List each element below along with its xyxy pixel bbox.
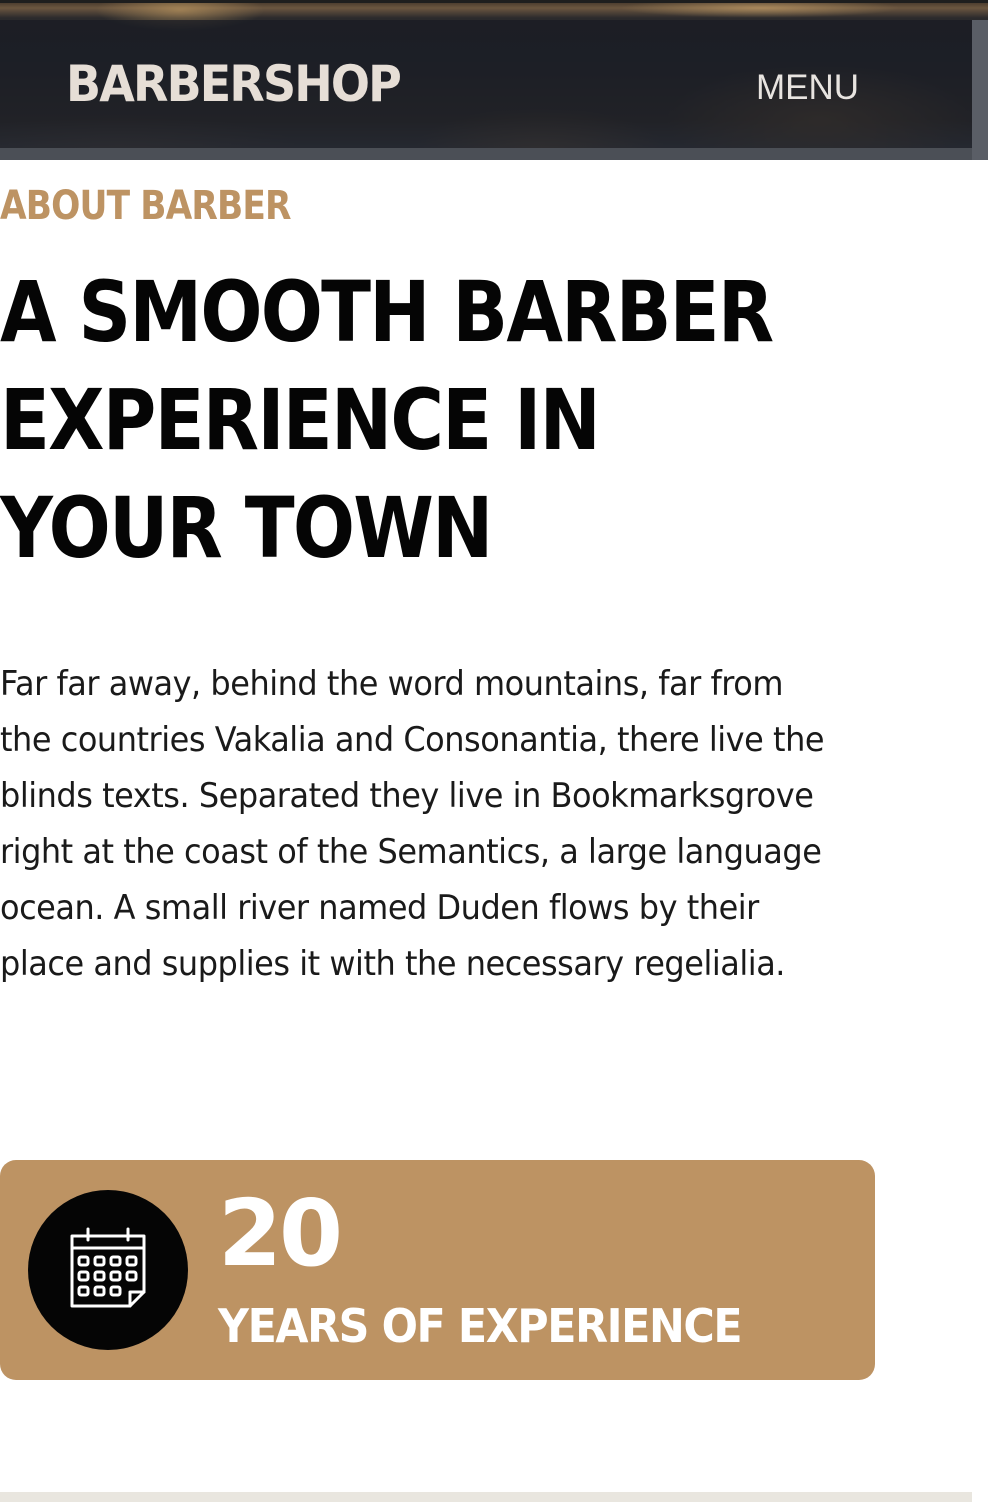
experience-years-number: 20 (218, 1180, 343, 1287)
page: BARBERSHOP MENU ABOUT BARBER A SMOOTH BA… (0, 0, 988, 1502)
section-headline: A SMOOTH BARBER EXPERIENCE IN YOUR TOWN (0, 263, 774, 577)
calendar-icon (70, 1227, 146, 1308)
experience-card: 20 YEARS OF EXPERIENCE (0, 1160, 875, 1380)
site-header: BARBERSHOP MENU (0, 0, 988, 160)
section-paragraph: Far far away, behind the word mountains,… (0, 664, 825, 984)
brand-logo-link[interactable]: BARBERSHOP (66, 52, 402, 116)
header-top-divider (0, 0, 988, 3)
next-section-edge (0, 1492, 972, 1502)
experience-years-label: YEARS OF EXPERIENCE (218, 1299, 743, 1353)
experience-icon-circle (28, 1190, 188, 1350)
section-eyebrow: ABOUT BARBER (0, 183, 292, 229)
scrollbar-edge (972, 20, 988, 160)
header-bottom-band (0, 148, 988, 160)
menu-button[interactable]: MENU (756, 66, 859, 110)
